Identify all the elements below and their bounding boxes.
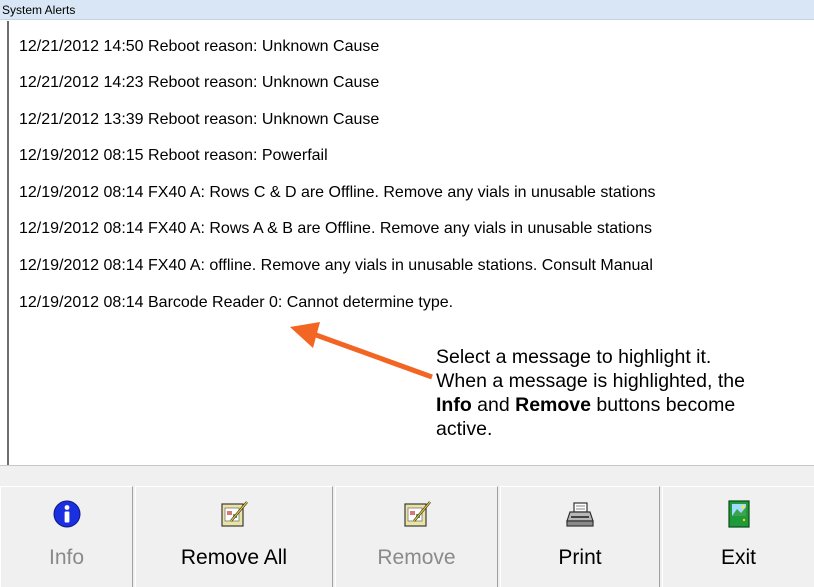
remove-button-label: Remove <box>377 546 456 569</box>
callout-line-1: Select a message to highlight it. <box>436 346 712 368</box>
exit-button-label: Exit <box>720 546 756 569</box>
exit-button[interactable]: Exit <box>662 486 814 587</box>
clipboard-pen-icon <box>403 501 431 527</box>
callout-info-word: Info <box>436 394 472 416</box>
clipboard-pen-icon <box>221 501 248 527</box>
callout-arrow-head <box>290 322 320 348</box>
callout-line-3: Info and Remove buttons become <box>436 393 814 417</box>
callout-arrow-shaft <box>315 332 433 380</box>
print-button[interactable]: Print <box>500 486 660 587</box>
callout-line-3-rest: buttons become <box>590 394 736 416</box>
callout-remove-word: Remove <box>515 394 591 416</box>
bottom-toolbar: Info Remove All Remove Print Exit <box>0 465 814 587</box>
info-button-label: Info <box>48 546 85 569</box>
system-alerts-window: System Alerts 12/21/2012 14:50 Reboot re… <box>0 0 814 587</box>
remove-all-button-label: Remove All <box>180 546 288 569</box>
remove-all-button[interactable]: Remove All <box>135 486 333 587</box>
callout-text: Select a message to highlight it. When a… <box>436 345 814 441</box>
exit-door-icon <box>727 500 750 528</box>
callout-and-word: and <box>471 394 516 416</box>
info-icon <box>53 500 80 528</box>
callout-line-2: When a message is highlighted, the <box>436 370 745 392</box>
remove-button[interactable]: Remove <box>335 486 498 587</box>
printer-icon <box>566 502 594 527</box>
print-button-label: Print <box>558 546 602 569</box>
info-button[interactable]: Info <box>0 486 133 587</box>
callout-line-4: active. <box>436 418 493 440</box>
